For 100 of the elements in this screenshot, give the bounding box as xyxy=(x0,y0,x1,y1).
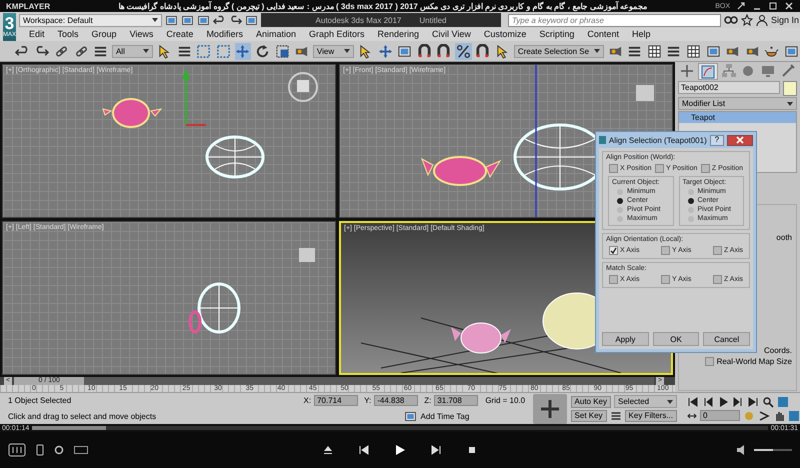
color-swatch[interactable] xyxy=(783,81,797,96)
checkbox[interactable] xyxy=(712,246,722,255)
set-key-big-button[interactable] xyxy=(532,394,567,424)
caret-icon xyxy=(344,49,350,53)
sign-in-link[interactable]: Sign In xyxy=(771,15,800,25)
reference-coordinate-dropdown[interactable]: View xyxy=(312,44,354,58)
checkbox[interactable] xyxy=(609,164,618,173)
binoculars-icon[interactable] xyxy=(724,14,738,26)
modifier-list-dropdown[interactable]: Modifier List xyxy=(678,97,797,110)
checkbox[interactable] xyxy=(609,246,618,255)
dialog-button[interactable]: OK xyxy=(652,332,700,346)
menu-item[interactable]: Help xyxy=(632,29,650,39)
cursor-icon[interactable] xyxy=(156,44,172,58)
checkbox[interactable] xyxy=(661,275,670,284)
coordinate-label: Y: xyxy=(364,396,372,405)
zoom-icon[interactable] xyxy=(762,396,774,408)
menu-item[interactable]: Content xyxy=(587,29,619,39)
close-icon[interactable] xyxy=(784,1,794,11)
layer-manager-icon[interactable] xyxy=(646,44,662,58)
teapot-wireframe-drawing xyxy=(206,136,264,178)
menu-item[interactable]: Modifiers xyxy=(206,29,243,39)
go-to-end-icon[interactable] xyxy=(747,396,759,408)
go-to-start-icon[interactable] xyxy=(687,396,699,408)
percent-snap-icon[interactable] xyxy=(456,44,471,58)
spinner-snap-icon[interactable] xyxy=(475,44,490,58)
coordinate-label: Z: xyxy=(424,396,432,405)
menu-item[interactable]: Create xyxy=(166,29,194,39)
user-icon[interactable] xyxy=(756,14,768,26)
link-icon[interactable] xyxy=(74,44,89,58)
named-selection-dropdown[interactable]: Create Selection Se xyxy=(514,44,604,58)
snap-icon[interactable] xyxy=(416,44,432,58)
menu-item[interactable]: Tools xyxy=(58,29,79,39)
radio-button[interactable] xyxy=(617,198,623,204)
key-mode-dropdown[interactable]: Selected xyxy=(614,395,677,408)
close-button[interactable] xyxy=(726,134,753,146)
stop-icon[interactable] xyxy=(466,444,478,456)
redo-icon[interactable] xyxy=(229,14,242,26)
menu-item[interactable]: Graph Editors xyxy=(308,29,365,39)
stack-item[interactable]: Teapot xyxy=(679,112,796,123)
play-icon[interactable] xyxy=(394,444,406,456)
menu-item[interactable]: Group xyxy=(92,29,117,39)
time-tag-label[interactable]: Add Time Tag xyxy=(420,412,470,420)
checkbox[interactable] xyxy=(704,357,714,366)
star-icon[interactable] xyxy=(741,14,754,26)
menu-item[interactable]: Civil View xyxy=(432,29,471,39)
menu-item[interactable]: Scripting xyxy=(539,29,574,39)
frame-field[interactable]: 0 xyxy=(700,410,740,421)
help-button[interactable]: ? xyxy=(710,134,724,146)
rotate-icon[interactable] xyxy=(254,44,270,58)
next-icon[interactable] xyxy=(430,444,442,456)
frame-icon[interactable] xyxy=(397,44,412,58)
prompt-text: Click and drag to select and move objects xyxy=(8,412,158,421)
scale-icon[interactable] xyxy=(274,44,290,58)
menu-item[interactable]: Animation xyxy=(256,29,296,39)
menu-item[interactable]: Edit xyxy=(29,29,45,39)
menu-item[interactable]: Views xyxy=(130,29,154,39)
menu-item[interactable]: Customize xyxy=(484,29,526,39)
video-title: مجموعه آموزشی جامع ، گام به گام و کاربردی نرم افزار تری دی مکس 2017 ( 3ds max 2017 ) مدرس : سعید فدایی ( تیچرمن ) گروه آموزشی پادشاه گرافیست ها xyxy=(117,2,648,10)
product-title: Autodesk 3ds Max 2017 xyxy=(316,16,402,24)
eject-icon[interactable] xyxy=(322,444,334,456)
checkbox[interactable] xyxy=(661,246,670,255)
checkbox[interactable] xyxy=(700,164,710,173)
coordinate-field[interactable]: 70.714 xyxy=(314,395,358,406)
link-icon[interactable] xyxy=(54,44,69,58)
undo-icon[interactable] xyxy=(14,44,30,58)
rendered-frame-icon[interactable] xyxy=(784,44,800,58)
auto-key-button[interactable]: Auto Key xyxy=(570,396,611,408)
radio-button[interactable] xyxy=(688,198,694,204)
document-title: Untitled xyxy=(419,16,446,24)
maximize-icon[interactable] xyxy=(768,1,778,11)
viewcube-drawing xyxy=(288,72,318,102)
window-crossing-icon[interactable] xyxy=(216,44,231,58)
menu-item[interactable]: Rendering xyxy=(378,29,420,39)
dialog-button[interactable]: Apply xyxy=(602,332,649,346)
undo-icon[interactable] xyxy=(213,14,226,26)
dialog-button[interactable]: Cancel xyxy=(703,332,750,346)
next-frame-icon[interactable] xyxy=(732,396,744,408)
search-field[interactable]: Type a keyword or phrase xyxy=(508,14,722,26)
caret-icon xyxy=(152,18,158,22)
previous-icon[interactable] xyxy=(358,444,370,456)
selection-filter-dropdown[interactable]: All xyxy=(112,44,154,58)
previous-frame-icon[interactable] xyxy=(702,396,714,408)
aspect-ratio-icon[interactable] xyxy=(74,446,88,454)
redo-icon[interactable] xyxy=(34,44,50,58)
object-name-field[interactable]: Teapot002 xyxy=(678,81,780,94)
checkbox[interactable] xyxy=(655,164,664,173)
pin-icon[interactable] xyxy=(736,1,746,11)
play-icon[interactable] xyxy=(717,396,729,408)
caret-icon xyxy=(594,49,600,53)
phone-icon[interactable] xyxy=(36,444,44,456)
coordinate-field[interactable]: 31.708 xyxy=(434,395,478,406)
angle-snap-icon[interactable] xyxy=(436,44,452,58)
key-filters-button[interactable]: Key Filters... xyxy=(624,410,677,422)
checkbox[interactable] xyxy=(609,275,618,284)
app-icon xyxy=(599,136,606,144)
set-key-button[interactable]: Set Key xyxy=(570,410,607,422)
coordinate-field[interactable]: -44.838 xyxy=(374,395,418,406)
workspace-dropdown[interactable]: Workspace: Default xyxy=(19,14,162,26)
checkbox[interactable] xyxy=(712,275,722,284)
seek-bar[interactable] xyxy=(32,426,768,430)
